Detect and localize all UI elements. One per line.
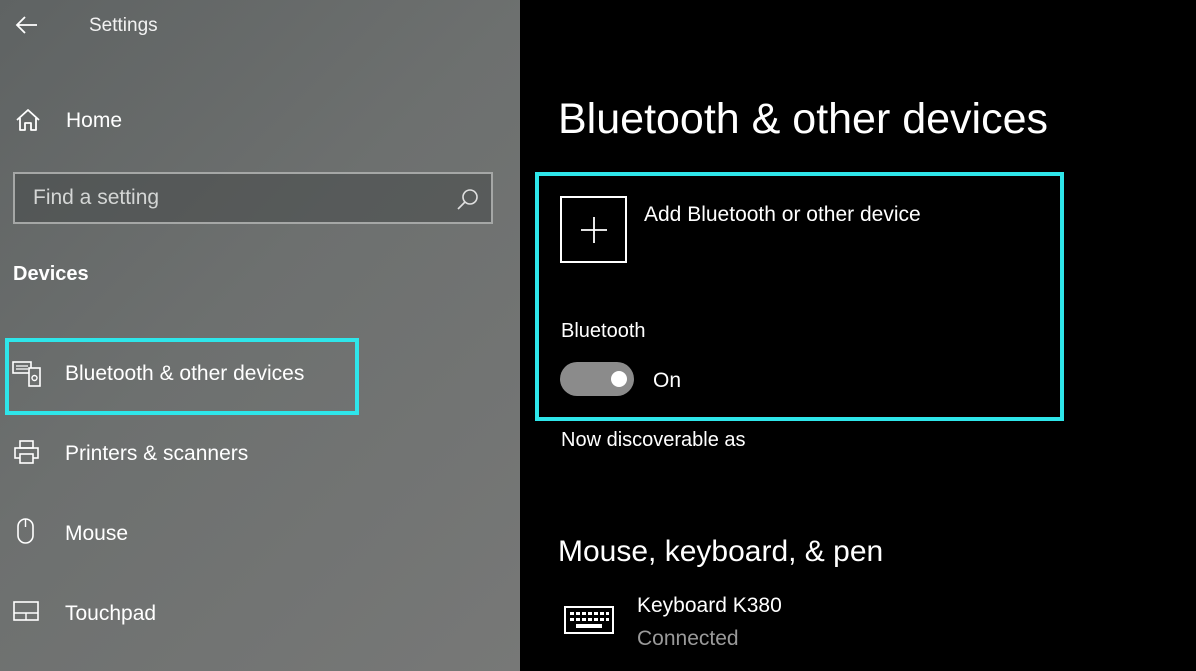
bluetooth-devices-icon bbox=[12, 361, 41, 387]
discoverable-text: Now discoverable as bbox=[561, 429, 746, 451]
device-status: Connected bbox=[637, 627, 739, 650]
title-bar: Settings bbox=[0, 0, 520, 52]
bluetooth-toggle[interactable] bbox=[560, 362, 634, 396]
plus-icon bbox=[580, 216, 607, 243]
sidebar-item-bluetooth[interactable]: Bluetooth & other devices bbox=[0, 338, 520, 415]
sidebar-item-printers[interactable]: Printers & scanners bbox=[0, 434, 520, 494]
sidebar-item-mouse[interactable]: Mouse bbox=[0, 514, 520, 574]
touchpad-icon bbox=[13, 601, 39, 621]
back-button[interactable] bbox=[10, 8, 44, 42]
sidebar-item-label: Touchpad bbox=[65, 602, 157, 625]
sidebar-item-label: Home bbox=[66, 109, 123, 132]
device-row[interactable]: Keyboard K380 Connected bbox=[560, 592, 1060, 658]
search-icon[interactable] bbox=[455, 186, 481, 212]
sidebar-item-label: Printers & scanners bbox=[65, 442, 249, 465]
main-content: Bluetooth & other devices Add Bluetooth … bbox=[520, 0, 1196, 671]
search-box bbox=[13, 172, 493, 224]
device-name: Keyboard K380 bbox=[637, 594, 782, 617]
sidebar-item-label: Mouse bbox=[65, 522, 129, 545]
sidebar-item-home[interactable]: Home bbox=[0, 98, 520, 142]
toggle-knob bbox=[611, 371, 627, 387]
back-arrow-icon bbox=[15, 16, 37, 34]
section-heading: Mouse, keyboard, & pen bbox=[558, 535, 884, 568]
sidebar: Settings Home Devices Bluetooth & other … bbox=[0, 0, 520, 671]
home-icon bbox=[16, 109, 40, 131]
add-device-button[interactable]: Add Bluetooth or other device bbox=[560, 196, 1020, 266]
page-title: Bluetooth & other devices bbox=[558, 95, 1049, 143]
add-icon-box bbox=[560, 196, 627, 263]
sidebar-item-label: Bluetooth & other devices bbox=[65, 362, 305, 385]
keyboard-icon bbox=[564, 606, 614, 634]
section-title: Devices bbox=[13, 263, 89, 285]
bluetooth-label: Bluetooth bbox=[561, 320, 646, 342]
toggle-state-label: On bbox=[653, 369, 682, 392]
add-device-label: Add Bluetooth or other device bbox=[644, 203, 921, 226]
sidebar-item-touchpad[interactable]: Touchpad bbox=[0, 594, 520, 654]
printer-icon bbox=[14, 440, 39, 464]
app-title: Settings bbox=[89, 15, 158, 36]
mouse-icon bbox=[17, 518, 34, 544]
search-input[interactable] bbox=[15, 174, 455, 222]
